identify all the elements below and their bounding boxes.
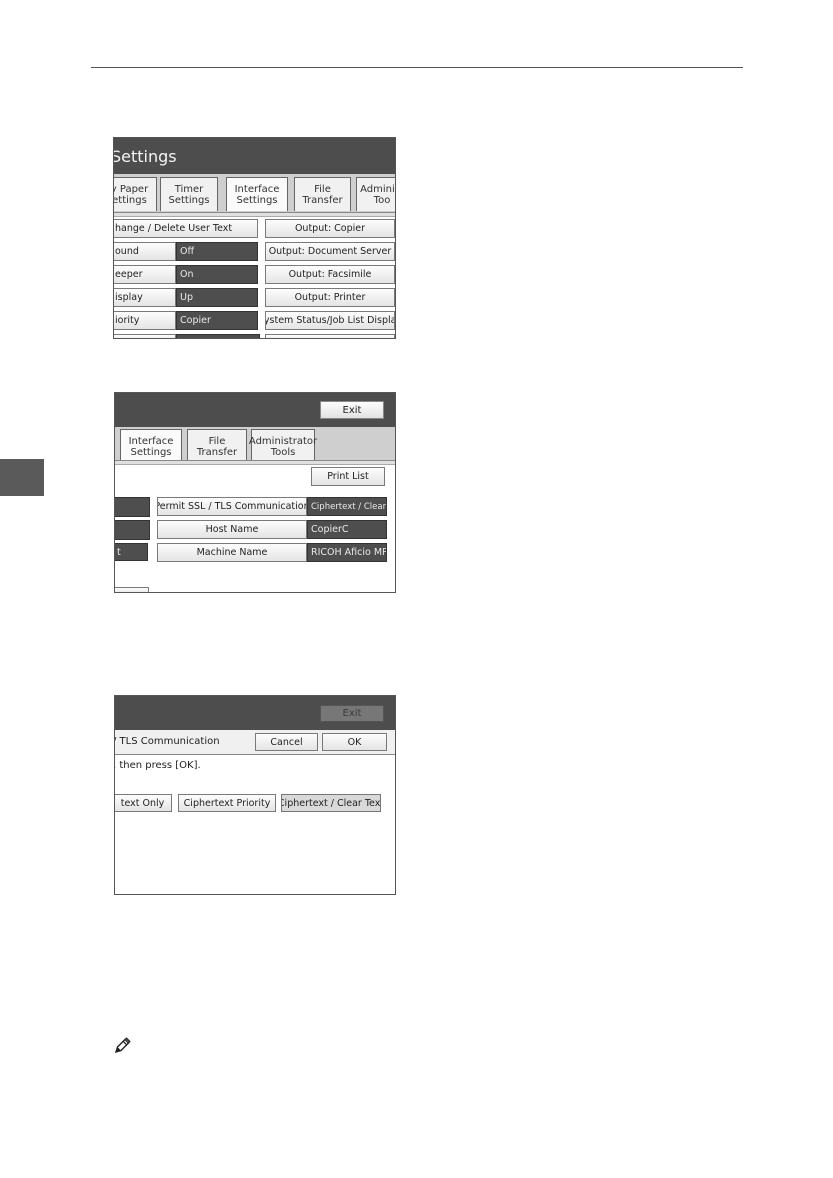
permit-ssl-tls-value: Ciphertext / Clear Text xyxy=(307,497,387,516)
cleartext-only-button[interactable]: text Only xyxy=(115,794,172,812)
cancel-button[interactable]: Cancel xyxy=(255,733,318,751)
host-name-value: CopierC xyxy=(307,520,387,539)
tab-timer-settings[interactable]: Timer Settings xyxy=(160,177,218,211)
machine-name-value: RICOH Aficio MP xyxy=(307,543,387,562)
left-partial-value-3: t xyxy=(115,543,148,561)
host-name-button[interactable]: Host Name xyxy=(157,520,307,539)
tab-underline xyxy=(114,212,395,217)
chapter-tab xyxy=(0,459,44,496)
interface-settings-panel: Exit Interface Settings File Transfer Ad… xyxy=(114,392,396,593)
warm-up-beeper-value: On xyxy=(176,265,258,284)
output-document-server-button[interactable]: Output: Document Server xyxy=(265,242,395,261)
title-bar: Exit xyxy=(115,393,395,427)
tab-tray-paper-settings[interactable]: y Paper ettings xyxy=(114,177,157,211)
partial-row-button[interactable] xyxy=(114,334,176,338)
note-pencil-icon xyxy=(114,1037,131,1054)
header-rule xyxy=(91,67,743,68)
panel-sound-button[interactable]: ound xyxy=(114,242,176,261)
partial-bottom-button[interactable] xyxy=(115,587,149,592)
function-priority-button[interactable]: iority xyxy=(114,311,176,330)
exit-button[interactable]: Exit xyxy=(320,401,384,419)
dialog-title: / TLS Communication xyxy=(114,736,220,747)
instruction-text: , then press [OK]. xyxy=(114,760,201,771)
title-bar: Exit xyxy=(115,696,395,730)
tab-strip: y Paper ettings Timer Settings Interface… xyxy=(114,174,395,212)
tab-file-transfer[interactable]: File Transfer xyxy=(294,177,351,211)
warm-up-beeper-button[interactable]: eeper xyxy=(114,265,176,284)
copy-count-display-value: Up xyxy=(176,288,258,307)
tab-administrator-tools[interactable]: Administ Too xyxy=(356,177,395,211)
output-printer-button[interactable]: Output: Printer xyxy=(265,288,395,307)
panel-sound-value: Off xyxy=(176,242,258,261)
exit-button: Exit xyxy=(320,705,384,722)
tab-strip: Interface Settings File Transfer Adminis… xyxy=(115,427,395,463)
ok-button[interactable]: OK xyxy=(322,733,387,751)
tab-interface-settings[interactable]: Interface Settings xyxy=(120,429,182,463)
tab-administrator-tools[interactable]: Administrator Tools xyxy=(249,429,317,463)
copy-count-display-button[interactable]: isplay xyxy=(114,288,176,307)
tab-interface-settings[interactable]: Interface Settings xyxy=(226,177,288,211)
left-partial-value-1 xyxy=(115,497,150,517)
tab-underline xyxy=(115,460,395,465)
system-status-job-list-display-button[interactable]: System Status/Job List Display xyxy=(265,311,395,330)
output-copier-button[interactable]: Output: Copier xyxy=(265,219,395,238)
partial-right-button[interactable] xyxy=(265,334,395,338)
left-partial-value-2 xyxy=(115,520,150,540)
settings-screen-panel: Settings y Paper ettings Timer Settings … xyxy=(113,137,396,339)
ciphertext-clear-text-button[interactable]: Ciphertext / Clear Text xyxy=(281,794,381,812)
permit-ssl-tls-communication-button[interactable]: Permit SSL / TLS Communication xyxy=(157,497,307,516)
output-facsimile-button[interactable]: Output: Facsimile xyxy=(265,265,395,284)
partial-row-value xyxy=(176,334,260,338)
print-list-button[interactable]: Print List xyxy=(311,467,385,486)
dialog-header: / TLS Communication Cancel OK xyxy=(115,730,395,755)
settings-title-bar: Settings xyxy=(114,138,395,174)
tab-file-transfer[interactable]: File Transfer xyxy=(187,429,247,463)
permit-ssl-tls-dialog: Exit / TLS Communication Cancel OK , the… xyxy=(114,695,396,895)
ciphertext-priority-button[interactable]: Ciphertext Priority xyxy=(178,794,276,812)
page-title: Settings xyxy=(113,147,177,166)
function-priority-value: Copier xyxy=(176,311,258,330)
machine-name-button[interactable]: Machine Name xyxy=(157,543,307,562)
change-delete-user-text-button[interactable]: hange / Delete User Text xyxy=(114,219,258,238)
